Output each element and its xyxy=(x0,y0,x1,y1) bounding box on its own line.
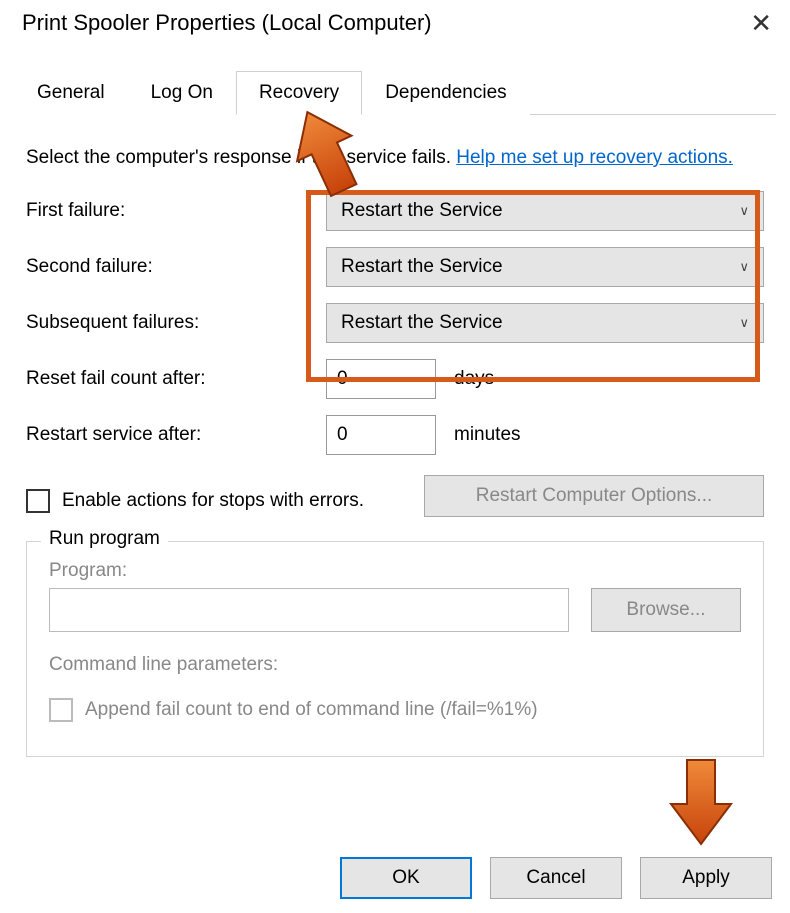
tab-content: Select the computer's response if this s… xyxy=(0,115,790,757)
cmdline-label: Command line parameters: xyxy=(49,654,741,676)
tabs-bar: General Log On Recovery Dependencies xyxy=(14,70,776,115)
enable-actions-label: Enable actions for stops with errors. xyxy=(62,490,364,512)
run-program-legend: Run program xyxy=(41,528,168,550)
dialog-buttons: OK Cancel Apply xyxy=(340,857,772,899)
program-label: Program: xyxy=(49,560,741,582)
help-link[interactable]: Help me set up recovery actions. xyxy=(456,147,733,168)
reset-fail-label: Reset fail count after: xyxy=(26,368,326,390)
close-icon[interactable]: ✕ xyxy=(750,10,772,36)
chevron-down-icon: ∨ xyxy=(739,203,749,219)
subsequent-failures-value: Restart the Service xyxy=(341,312,503,334)
apply-button[interactable]: Apply xyxy=(640,857,772,899)
first-failure-value: Restart the Service xyxy=(341,200,503,222)
append-fail-label: Append fail count to end of command line… xyxy=(85,699,538,721)
program-input[interactable] xyxy=(49,588,569,632)
first-failure-label: First failure: xyxy=(26,200,326,222)
tab-logon[interactable]: Log On xyxy=(128,71,236,115)
tab-dependencies[interactable]: Dependencies xyxy=(362,71,529,115)
second-failure-value: Restart the Service xyxy=(341,256,503,278)
tab-general[interactable]: General xyxy=(14,71,128,115)
ok-button[interactable]: OK xyxy=(340,857,472,899)
browse-button[interactable]: Browse... xyxy=(591,588,741,632)
tab-recovery[interactable]: Recovery xyxy=(236,71,362,115)
cancel-button[interactable]: Cancel xyxy=(490,857,622,899)
restart-after-unit: minutes xyxy=(454,424,521,446)
chevron-down-icon: ∨ xyxy=(739,315,749,331)
chevron-down-icon: ∨ xyxy=(739,259,749,275)
subsequent-failures-select[interactable]: Restart the Service ∨ xyxy=(326,303,764,343)
first-failure-select[interactable]: Restart the Service ∨ xyxy=(326,191,764,231)
intro-text: Select the computer's response if this s… xyxy=(26,145,764,171)
second-failure-select[interactable]: Restart the Service ∨ xyxy=(326,247,764,287)
reset-fail-input[interactable]: 0 xyxy=(326,359,436,399)
restart-after-label: Restart service after: xyxy=(26,424,326,446)
run-program-group: Run program Program: Browse... Command l… xyxy=(26,541,764,757)
window-title: Print Spooler Properties (Local Computer… xyxy=(22,10,432,36)
subsequent-failures-label: Subsequent failures: xyxy=(26,312,326,334)
append-fail-checkbox[interactable] xyxy=(49,698,73,722)
annotation-arrow-apply-icon xyxy=(666,756,736,848)
restart-after-input[interactable]: 0 xyxy=(326,415,436,455)
intro-prefix: Select the computer's response if this s… xyxy=(26,147,456,168)
restart-computer-options-button[interactable]: Restart Computer Options... xyxy=(424,475,764,517)
reset-fail-unit: days xyxy=(454,368,494,390)
enable-actions-checkbox[interactable] xyxy=(26,489,50,513)
second-failure-label: Second failure: xyxy=(26,256,326,278)
